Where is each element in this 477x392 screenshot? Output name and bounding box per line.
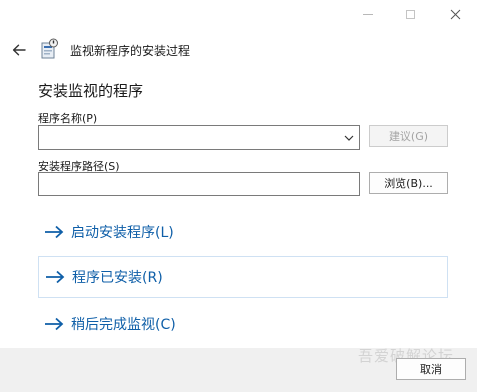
install-path-input-box — [38, 172, 360, 196]
program-installed-label: 程序已安装(R) — [72, 270, 163, 286]
close-button[interactable] — [432, 0, 477, 28]
finish-later-label: 稍后完成监视(C) — [71, 317, 176, 333]
cancel-button[interactable]: 取消 — [396, 358, 466, 380]
arrow-right-icon — [45, 225, 64, 239]
maximize-icon — [405, 9, 415, 19]
install-monitor-window: 监视新程序的安装过程 安装监视的程序 程序名称(P) 建议(G) 安装程序路径(… — [0, 0, 477, 392]
program-name-combobox[interactable] — [38, 125, 360, 150]
finish-later-link[interactable]: 稍后完成监视(C) — [38, 303, 448, 345]
back-arrow-icon — [12, 44, 26, 56]
minimize-icon — [363, 13, 373, 15]
install-path-input[interactable] — [39, 173, 359, 196]
back-button[interactable] — [9, 40, 29, 60]
title-bar — [0, 0, 477, 32]
close-icon — [450, 9, 460, 19]
arrow-right-icon — [45, 317, 64, 331]
page-title: 监视新程序的安装过程 — [70, 44, 191, 58]
program-install-icon — [41, 38, 58, 59]
chevron-down-icon[interactable] — [343, 132, 355, 144]
browse-button[interactable]: 浏览(B)... — [369, 172, 448, 194]
launch-installer-link[interactable]: 启动安装程序(L) — [38, 211, 448, 253]
suggest-button[interactable]: 建议(G) — [369, 125, 448, 147]
minimize-button[interactable] — [345, 0, 391, 28]
arrow-right-icon — [46, 270, 65, 284]
maximize-button[interactable] — [387, 0, 433, 28]
section-title: 安装监视的程序 — [38, 82, 144, 100]
launch-installer-label: 启动安装程序(L) — [71, 225, 174, 241]
program-name-label: 程序名称(P) — [38, 112, 98, 125]
program-installed-link[interactable]: 程序已安装(R) — [38, 256, 448, 298]
